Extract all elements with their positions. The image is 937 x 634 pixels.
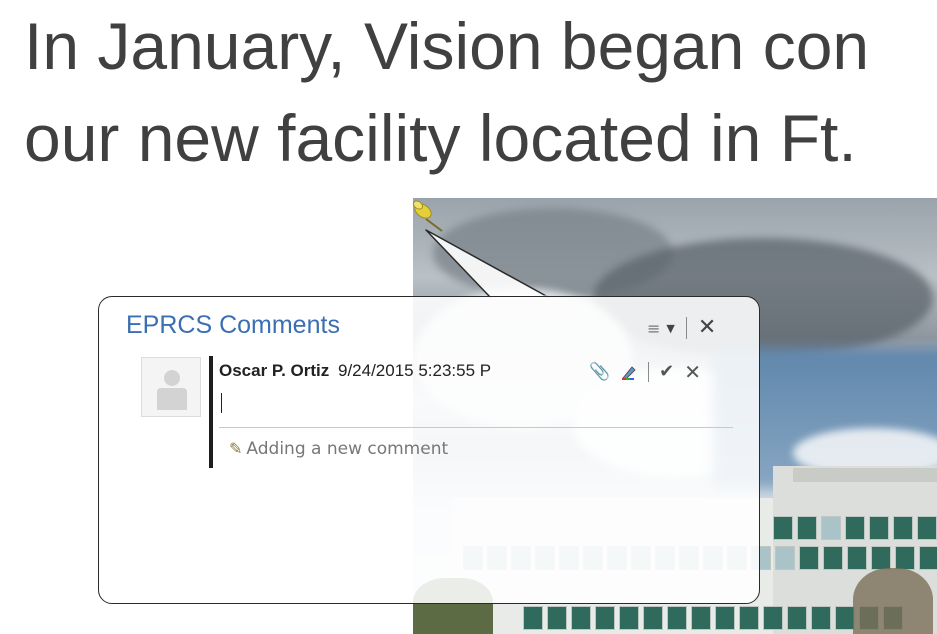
chevron-down-icon[interactable]: ▼ xyxy=(666,322,674,335)
divider xyxy=(648,361,650,382)
panel-title: EPRCS Comments xyxy=(126,311,340,339)
comment-header: Oscar P. Ortiz 9/24/2015 5:23:55 P xyxy=(219,361,579,381)
check-icon[interactable]: ✔ xyxy=(659,361,674,382)
status-text: Adding a new comment xyxy=(246,439,449,459)
slide-text: In January, Vision began con our new fac… xyxy=(24,0,869,184)
comment-tools: 📎 ✔ ✕ xyxy=(589,361,701,382)
pencil-icon: ✎ xyxy=(229,439,243,458)
comment-author: Oscar P. Ortiz xyxy=(219,361,330,380)
color-pen-icon[interactable] xyxy=(620,363,638,381)
avatar-body-icon xyxy=(157,388,187,410)
close-panel-icon[interactable]: ✕ xyxy=(698,317,716,339)
menu-icon[interactable]: ≡ xyxy=(647,319,660,338)
thread-bar xyxy=(209,356,213,468)
paperclip-icon[interactable]: 📎 xyxy=(589,362,610,382)
text-cursor xyxy=(221,393,222,413)
panel-header-tools: ≡ ▼ ✕ xyxy=(647,317,716,339)
divider xyxy=(685,317,687,339)
comments-panel: EPRCS Comments ≡ ▼ ✕ Oscar P. Ortiz 9/24… xyxy=(98,296,760,604)
avatar-head-icon xyxy=(164,370,180,386)
pushpin-icon[interactable] xyxy=(412,197,448,233)
slide-text-line-2: our new facility located in Ft. xyxy=(24,101,857,175)
comment-input[interactable] xyxy=(219,389,733,428)
comment-timestamp: 9/24/2015 5:23:55 P xyxy=(337,361,492,380)
slide-text-line-1: In January, Vision began con xyxy=(24,9,870,83)
delete-comment-icon[interactable]: ✕ xyxy=(684,362,701,382)
comment-status: ✎ Adding a new comment xyxy=(229,439,448,459)
avatar xyxy=(141,357,201,417)
